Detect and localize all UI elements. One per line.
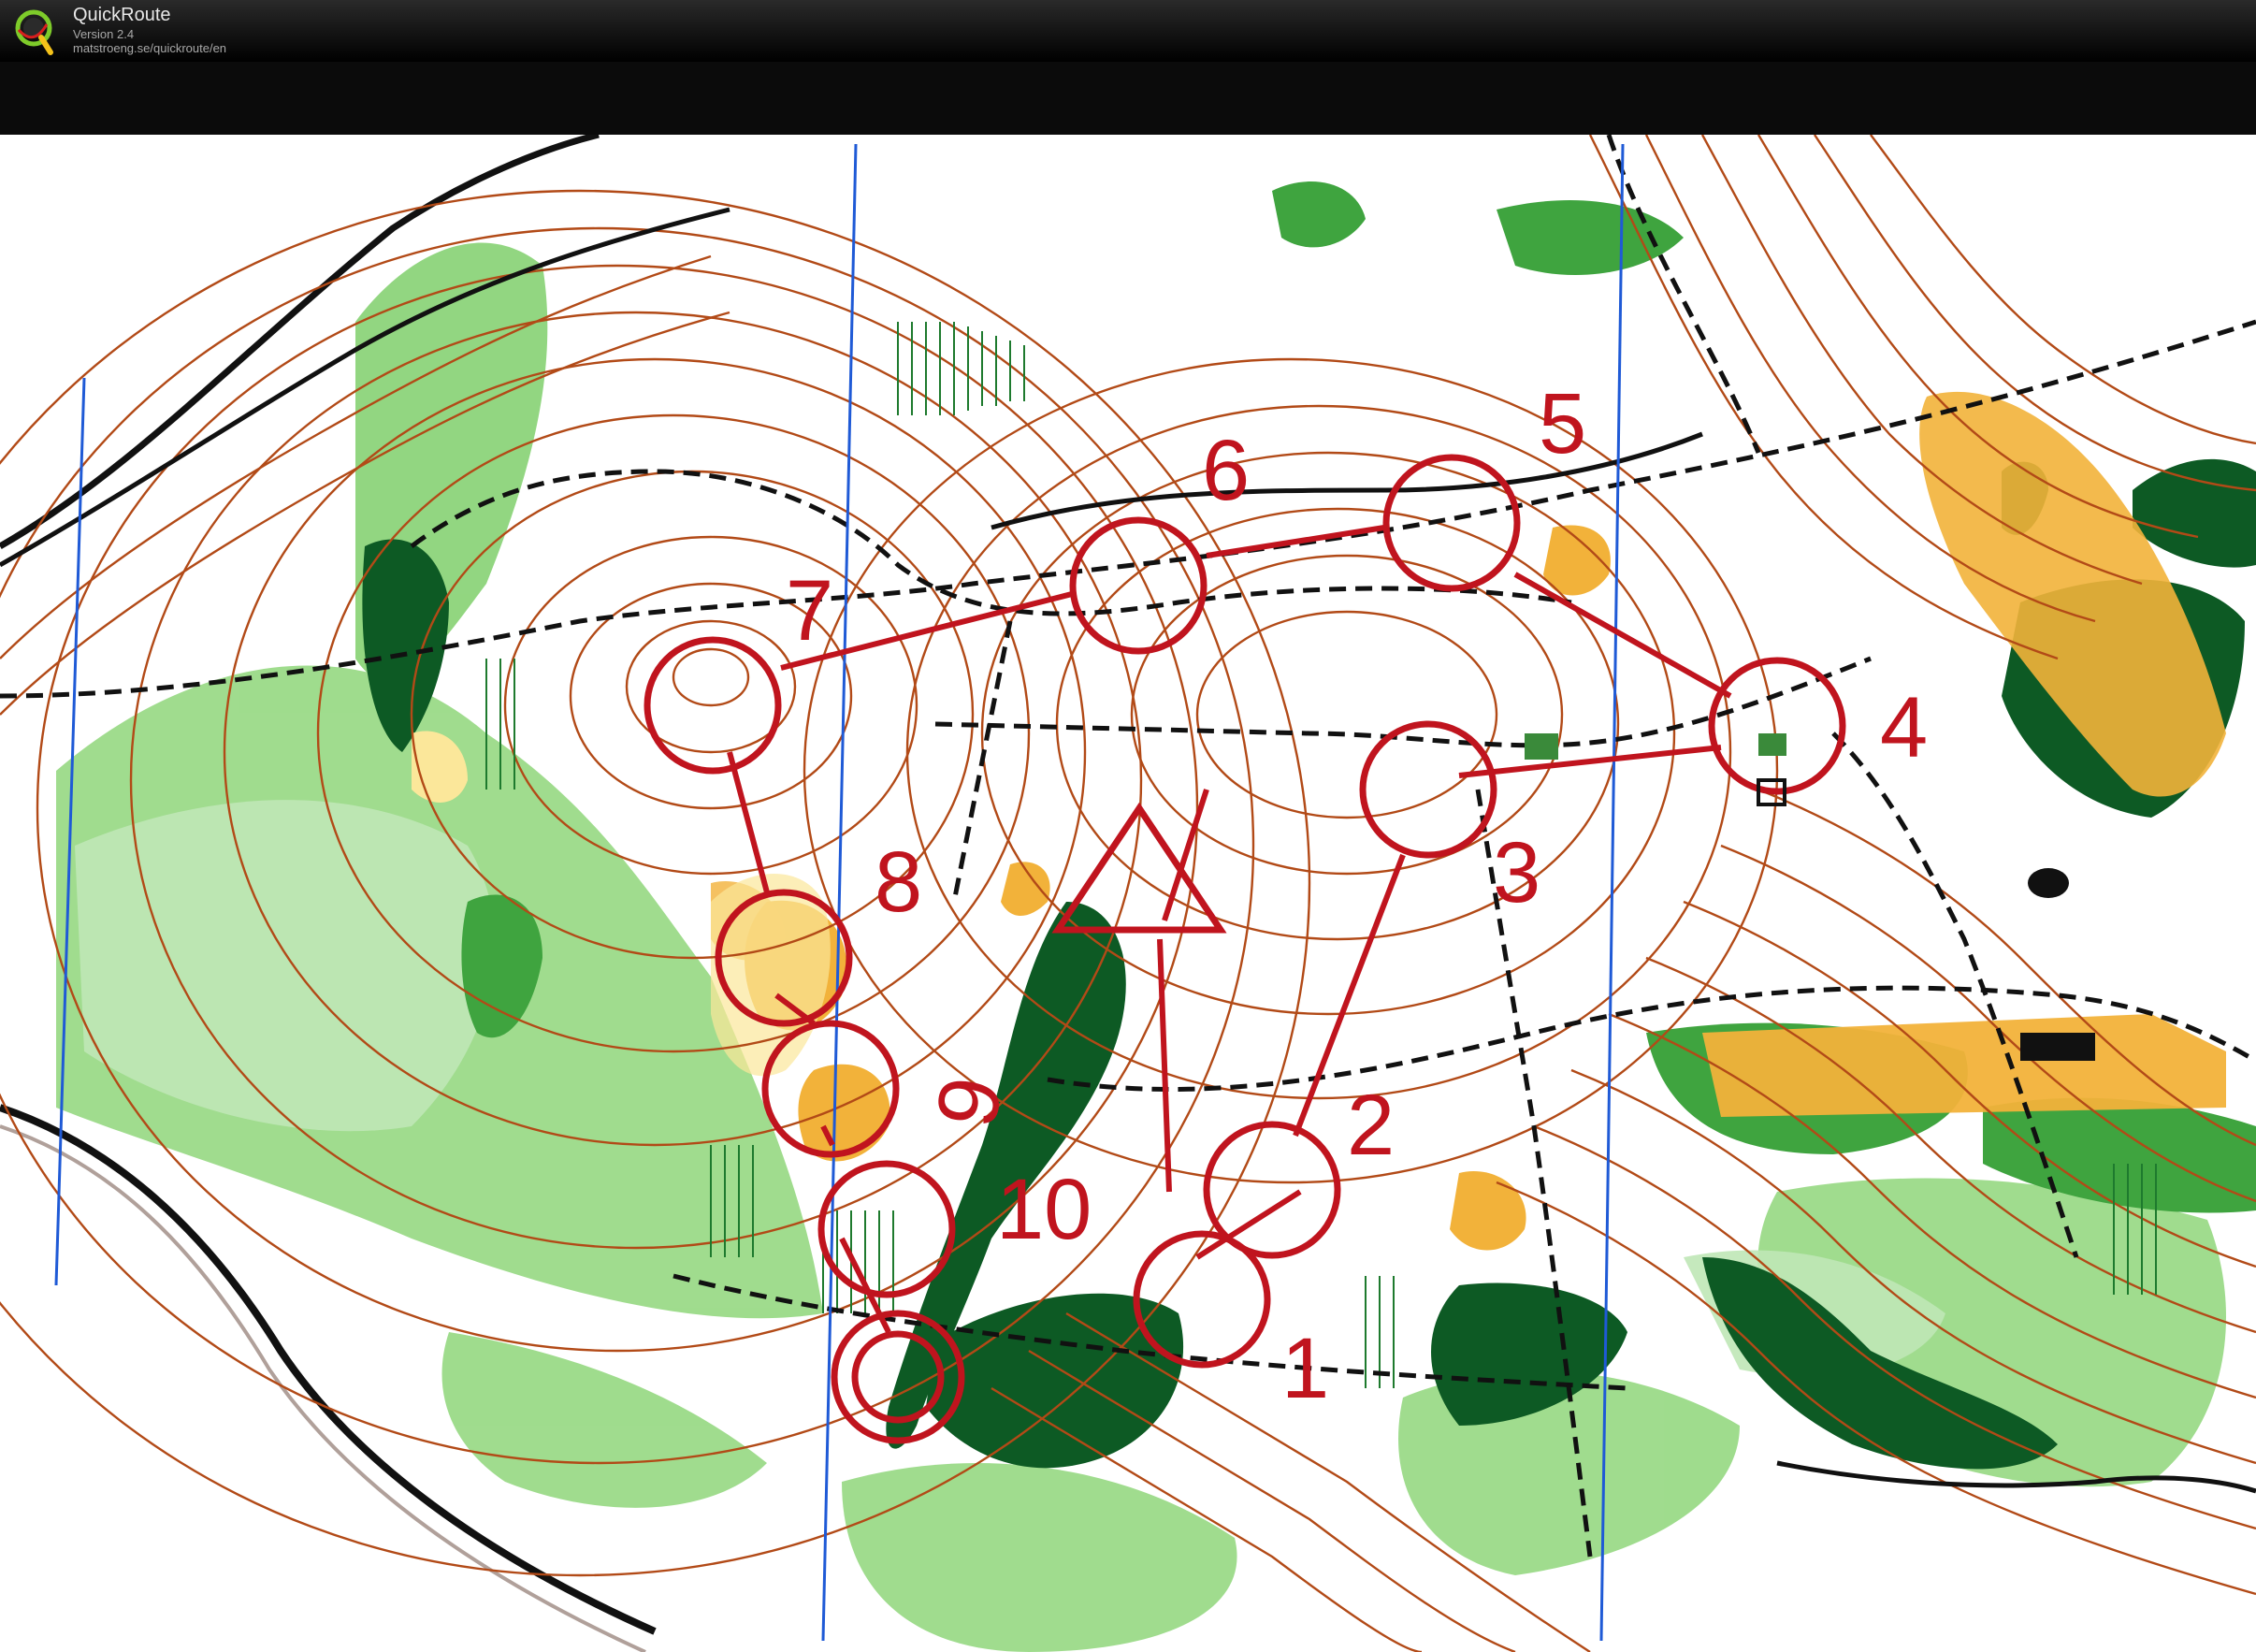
- app-version: Version 2.4: [73, 27, 135, 41]
- control-number-8: 8: [875, 834, 922, 930]
- control-number-7: 7: [786, 563, 833, 659]
- control-number-5: 5: [1539, 376, 1586, 471]
- quickroute-logo-icon: [15, 9, 53, 55]
- control-number-10: 10: [996, 1162, 1092, 1257]
- map-view[interactable]: 1 2 3 4 5 6 7 8 9 10: [0, 62, 2256, 1652]
- control-number-2: 2: [1347, 1078, 1395, 1173]
- app-name: QuickRoute: [73, 5, 171, 25]
- control-number-6: 6: [1202, 423, 1250, 518]
- control-number-3: 3: [1493, 825, 1540, 920]
- control-number-1: 1: [1281, 1321, 1329, 1416]
- control-number-4: 4: [1880, 680, 1928, 775]
- app-url[interactable]: matstroeng.se/quickroute/en: [73, 41, 226, 55]
- orienteering-map[interactable]: 1 2 3 4 5 6 7 8 9 10: [0, 135, 2256, 1652]
- map-canvas: 1 2 3 4 5 6 7 8 9 10: [0, 135, 2256, 1652]
- title-bar: QuickRoute Version 2.4 matstroeng.se/qui…: [0, 0, 2256, 63]
